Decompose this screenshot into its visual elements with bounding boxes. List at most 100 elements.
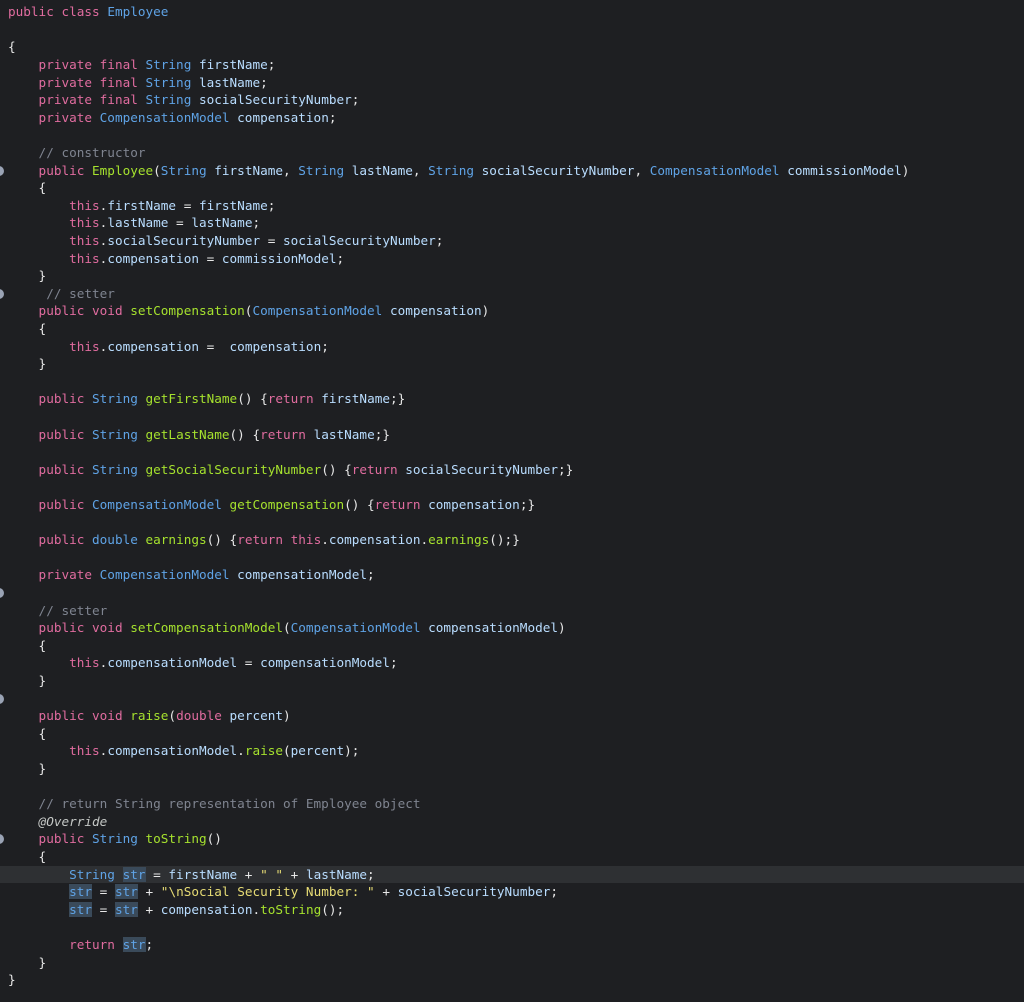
code-token: private final	[8, 57, 146, 72]
code-line[interactable]: public void raise(double percent)	[0, 707, 1024, 725]
code-token: {	[8, 637, 47, 653]
highlighted-occurrence: str	[122, 866, 146, 882]
code-token: socialSecurityNumber	[397, 884, 551, 900]
code-line[interactable]: private CompensationModel compensationMo…	[0, 566, 1024, 584]
code-token: lastName	[107, 215, 169, 231]
code-token: firstName	[107, 197, 177, 213]
code-token: getCompensation	[229, 497, 345, 512]
code-line[interactable]: String str = firstName + " " + lastName;	[0, 865, 1024, 884]
code-line[interactable]: }	[0, 267, 1024, 285]
code-line[interactable]: this.socialSecurityNumber = socialSecuri…	[0, 232, 1024, 250]
code-line[interactable]: private final String lastName;	[0, 74, 1024, 92]
code-line[interactable]	[0, 21, 1024, 39]
code-token: firstName	[198, 57, 268, 72]
code-token: {	[8, 321, 47, 336]
code-token: {	[8, 725, 47, 741]
code-line[interactable]: public double earnings() {return this.co…	[0, 531, 1024, 549]
code-line[interactable]: public class Employee	[0, 3, 1024, 21]
code-line[interactable]	[0, 478, 1024, 496]
code-token: ,	[283, 162, 299, 178]
code-line[interactable]: public Employee(String firstName, String…	[0, 162, 1024, 180]
code-line[interactable]: {	[0, 38, 1024, 56]
code-token: ;	[145, 937, 154, 952]
code-token: public void	[8, 620, 131, 636]
code-line[interactable]: public String getFirstName() {return fir…	[0, 390, 1024, 408]
code-line[interactable]	[0, 549, 1024, 567]
code-line[interactable]: this.firstName = firstName;	[0, 197, 1024, 215]
code-line[interactable]: public String toString()	[0, 830, 1024, 848]
code-token: +	[374, 884, 398, 900]
code-token: (	[283, 620, 291, 636]
code-token: ;	[321, 338, 329, 354]
fold-marker-icon[interactable]	[0, 834, 4, 845]
code-token: String	[145, 57, 199, 72]
code-token: return this	[237, 532, 322, 548]
code-token: commissionModel	[221, 250, 337, 266]
code-line[interactable]	[0, 918, 1024, 936]
fold-marker-icon[interactable]	[0, 165, 4, 176]
code-line[interactable]	[0, 443, 1024, 461]
code-line[interactable]: str = str + "\nSocial Security Number: "…	[0, 883, 1024, 901]
code-token: CompensationModel	[99, 109, 238, 125]
code-token: earnings	[145, 532, 207, 548]
code-line[interactable]: }	[0, 760, 1024, 778]
code-line[interactable]	[0, 690, 1024, 708]
code-token: firstName	[214, 162, 284, 178]
code-token: ;	[328, 109, 337, 125]
code-line[interactable]: {	[0, 637, 1024, 655]
code-token: .	[237, 743, 245, 759]
code-line[interactable]	[0, 408, 1024, 426]
code-line[interactable]: // setter	[0, 285, 1024, 303]
code-line[interactable]: }	[0, 672, 1024, 690]
fold-marker-icon[interactable]	[0, 588, 4, 598]
code-token: ;	[435, 233, 444, 248]
code-token: getLastName	[145, 426, 230, 442]
code-token: +	[137, 884, 161, 900]
code-token: String	[92, 391, 146, 407]
code-token: =	[176, 197, 199, 213]
code-token: " "	[260, 866, 284, 882]
code-line[interactable]: public String getLastName() {return last…	[0, 426, 1024, 444]
code-token: CompensationModel	[99, 567, 238, 583]
code-token: );	[344, 743, 360, 759]
fold-marker-icon[interactable]	[0, 288, 4, 299]
code-line[interactable]: {	[0, 179, 1024, 197]
code-line[interactable]: }	[0, 355, 1024, 373]
code-token: private	[8, 567, 100, 583]
code-line[interactable]: return str;	[0, 936, 1024, 954]
code-line[interactable]: {	[0, 848, 1024, 866]
code-line[interactable]: public void setCompensation(Compensation…	[0, 302, 1024, 320]
code-line[interactable]: this.compensation = compensation;	[0, 338, 1024, 356]
code-line[interactable]: this.compensationModel.raise(percent);	[0, 742, 1024, 760]
fold-marker-icon[interactable]	[0, 693, 4, 704]
code-token: // return String representation of Emplo…	[8, 796, 421, 812]
code-line[interactable]: }	[0, 971, 1024, 989]
code-editor[interactable]: public class Employee { private final Str…	[0, 0, 1024, 1002]
code-line[interactable]: this.compensation = commissionModel;	[0, 250, 1024, 268]
code-line[interactable]: str = str + compensation.toString();	[0, 901, 1024, 919]
code-line[interactable]: }	[0, 954, 1024, 972]
code-line[interactable]: // setter	[0, 602, 1024, 620]
code-line[interactable]: private final String socialSecurityNumbe…	[0, 91, 1024, 109]
code-token: =	[168, 215, 192, 231]
code-line[interactable]: public String getSocialSecurityNumber() …	[0, 461, 1024, 479]
code-line[interactable]	[0, 373, 1024, 391]
code-line[interactable]: // constructor	[0, 144, 1024, 162]
code-token: }	[8, 954, 47, 970]
code-token: String	[8, 866, 123, 882]
code-line[interactable]	[0, 584, 1024, 602]
code-line[interactable]	[0, 778, 1024, 796]
code-line[interactable]	[0, 514, 1024, 532]
code-line[interactable]: public CompensationModel getCompensation…	[0, 496, 1024, 514]
code-token: ;	[367, 866, 375, 882]
code-line[interactable]	[0, 126, 1024, 144]
code-line[interactable]: private final String firstName;	[0, 56, 1024, 74]
code-line[interactable]: // return String representation of Emplo…	[0, 795, 1024, 813]
code-line[interactable]: public void setCompensationModel(Compens…	[0, 619, 1024, 637]
code-line[interactable]: {	[0, 725, 1024, 743]
code-line[interactable]: @Override	[0, 813, 1024, 831]
code-line[interactable]: private CompensationModel compensation;	[0, 109, 1024, 127]
code-line[interactable]: this.compensationModel = compensationMod…	[0, 654, 1024, 672]
code-line[interactable]: {	[0, 320, 1024, 338]
code-line[interactable]: this.lastName = lastName;	[0, 214, 1024, 232]
